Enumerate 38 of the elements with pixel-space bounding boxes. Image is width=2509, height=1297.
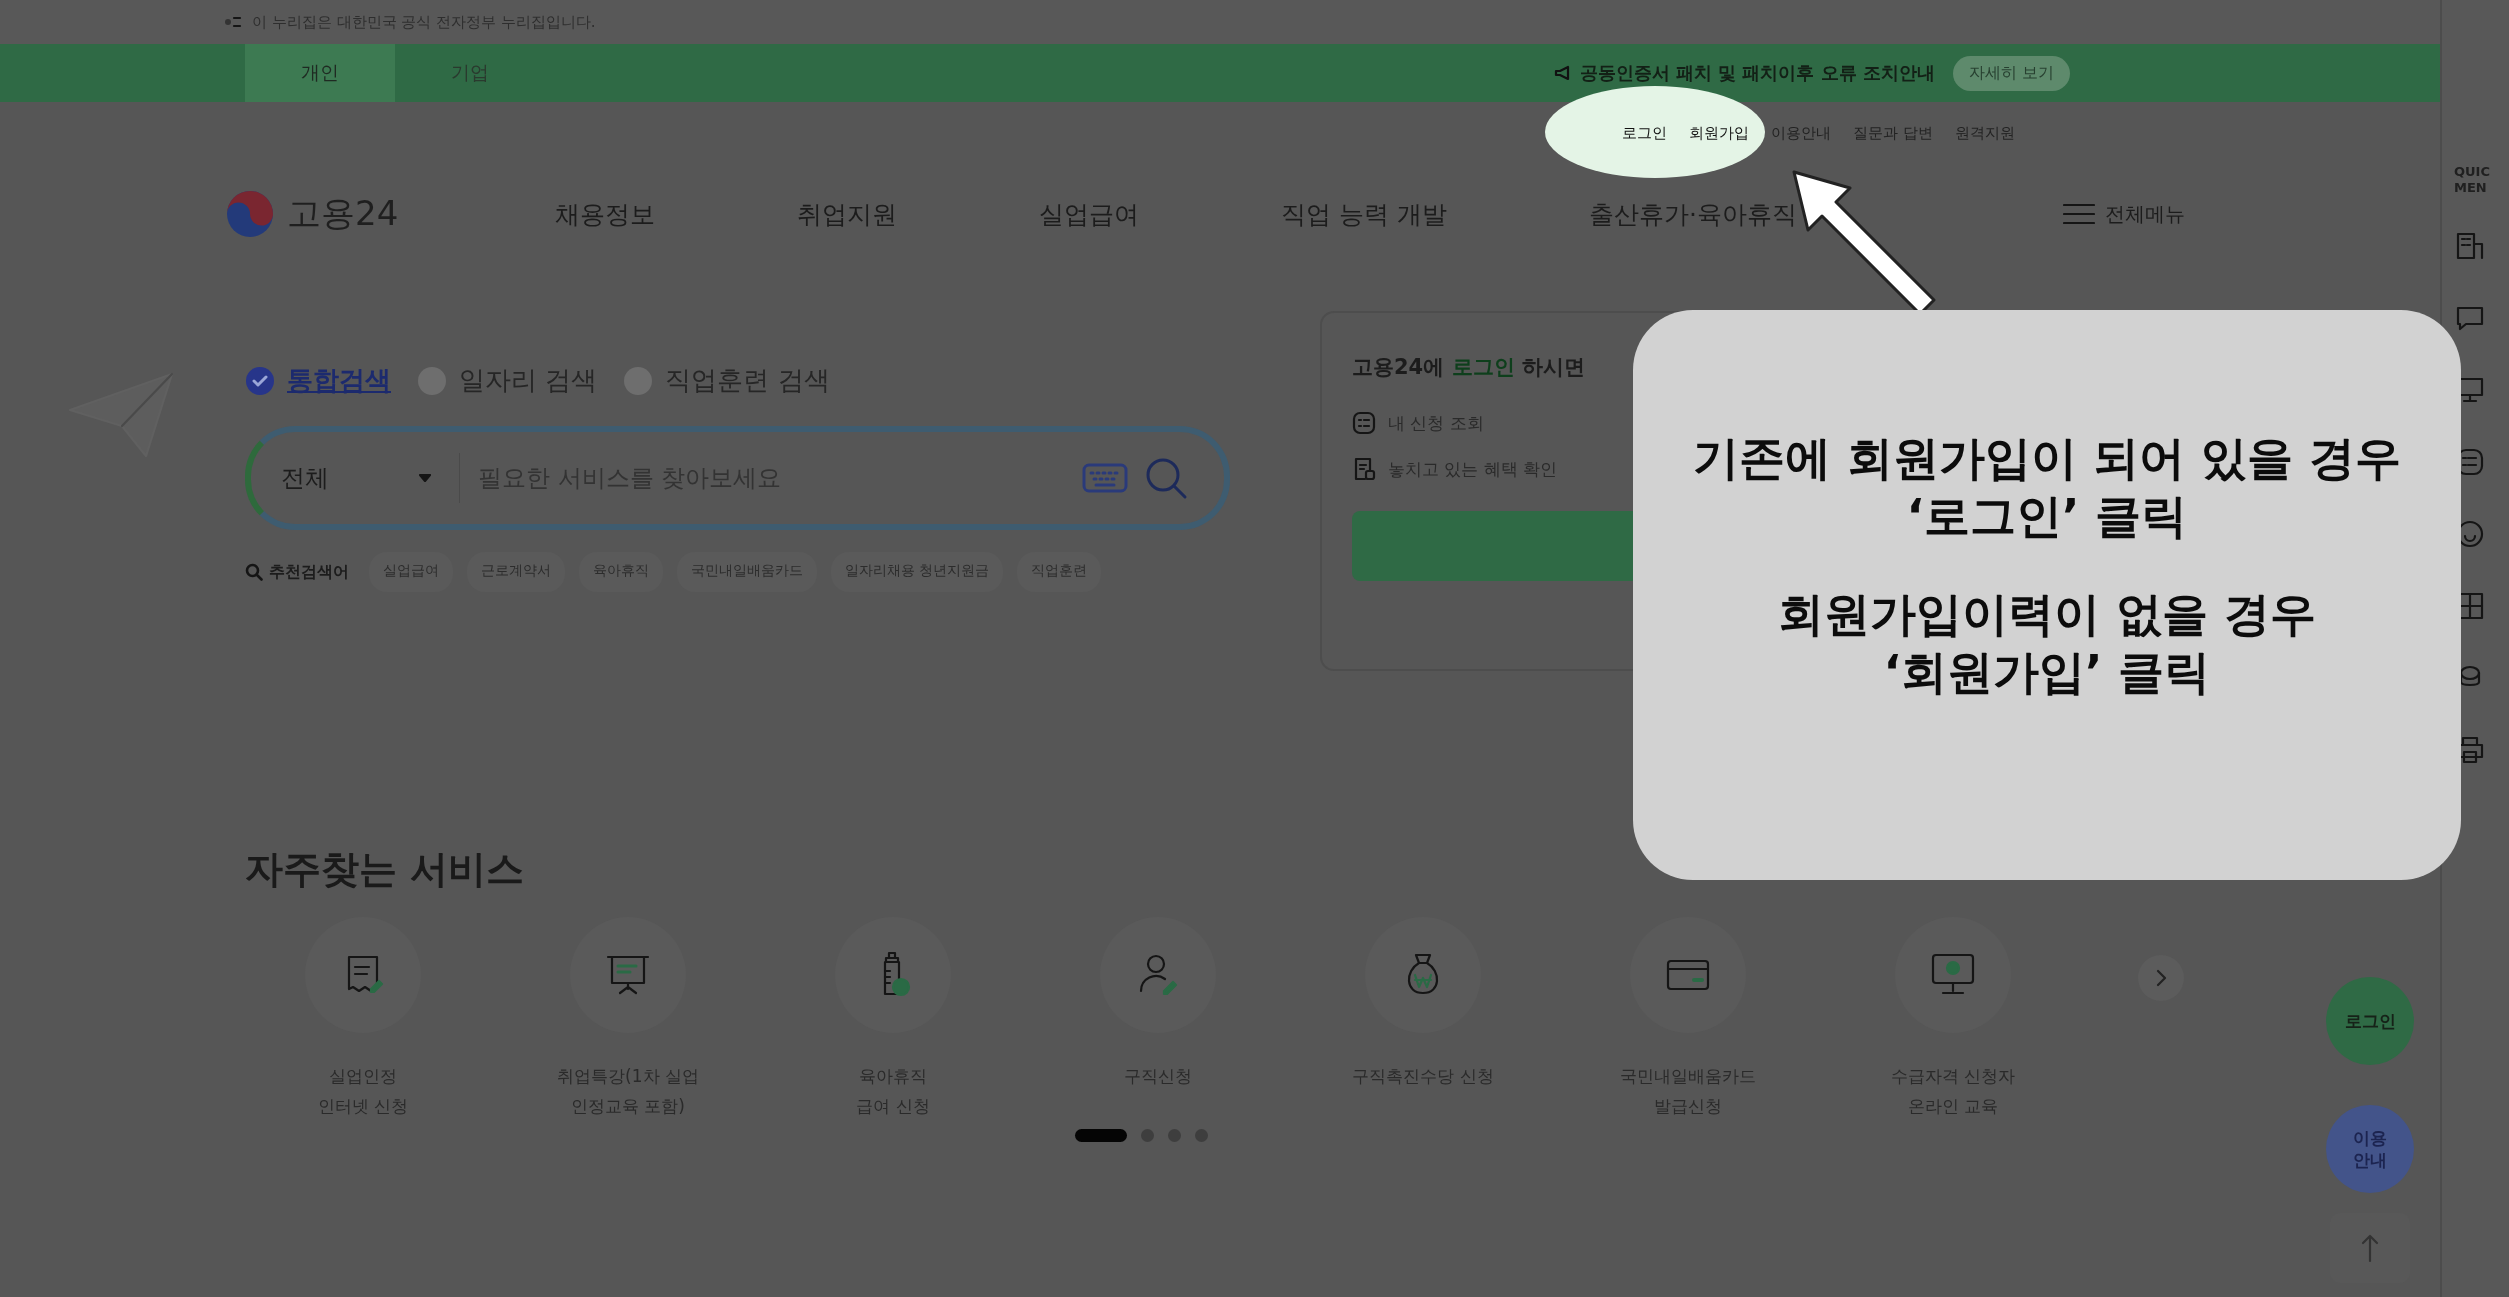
list-icon — [1352, 411, 1376, 435]
pager-dot[interactable] — [1141, 1129, 1154, 1142]
section-title: 자주찾는 서비스 — [245, 846, 526, 893]
keyboard-icon — [1082, 462, 1128, 494]
pager-dot[interactable] — [1168, 1129, 1181, 1142]
nav-item[interactable]: 직업 능력 개발 — [1281, 197, 1447, 231]
keywords-label: 추천검색어 — [269, 561, 349, 583]
caret-icon — [419, 474, 431, 482]
quick-menu-label: QUIC MEN — [2454, 164, 2491, 196]
menu-icon — [2062, 203, 2095, 225]
util-link[interactable]: 회원가입 — [1689, 124, 1750, 164]
search-icon — [245, 563, 263, 581]
all-menu-button[interactable]: 전체메뉴 — [2056, 199, 2191, 229]
login-intro-text: 고용24에 로그인 하시면 — [1352, 354, 1586, 381]
util-link[interactable]: 로그인 — [1622, 124, 1668, 164]
details-button[interactable]: 자세히 보기 — [1952, 55, 2070, 91]
tab[interactable]: 개인 — [245, 44, 395, 102]
nav-item[interactable]: 취업지원 — [797, 197, 897, 231]
logo-icon — [225, 189, 275, 239]
pager-dot[interactable] — [1195, 1129, 1208, 1142]
next-button[interactable] — [2138, 955, 2184, 1001]
flag-icon — [222, 15, 242, 29]
arrow-up-icon — [2361, 1233, 2379, 1263]
building-icon — [2454, 230, 2486, 262]
search-icon — [1144, 456, 1188, 500]
floating-button[interactable]: 이용 안내 — [2326, 1105, 2414, 1193]
chevron-right-icon — [2154, 968, 2168, 988]
megaphone-icon — [1553, 65, 1572, 81]
callout-text: 회원가입이력이 없을 경우 ‘회원가입’ 클릭 — [1778, 586, 2316, 701]
nav-item[interactable]: 실업급여 — [1039, 197, 1139, 231]
nav-item[interactable]: 출산휴가·육아휴직 — [1588, 197, 1797, 231]
category-dropdown[interactable]: 전체 — [281, 453, 460, 503]
nav-item[interactable]: 채용정보 — [555, 197, 655, 231]
document-icon — [1352, 457, 1376, 481]
floating-button[interactable]: 로그인 — [2326, 977, 2414, 1065]
notice-text[interactable]: 공동인증서 패치 및 패치이후 오류 조치안내 — [1579, 61, 1935, 85]
callout-text: 기존에 회원가입이 되어 있을 경우 ‘로그인’ 클릭 — [1692, 430, 2402, 545]
search-option[interactable]: 통합검색 — [245, 363, 391, 398]
